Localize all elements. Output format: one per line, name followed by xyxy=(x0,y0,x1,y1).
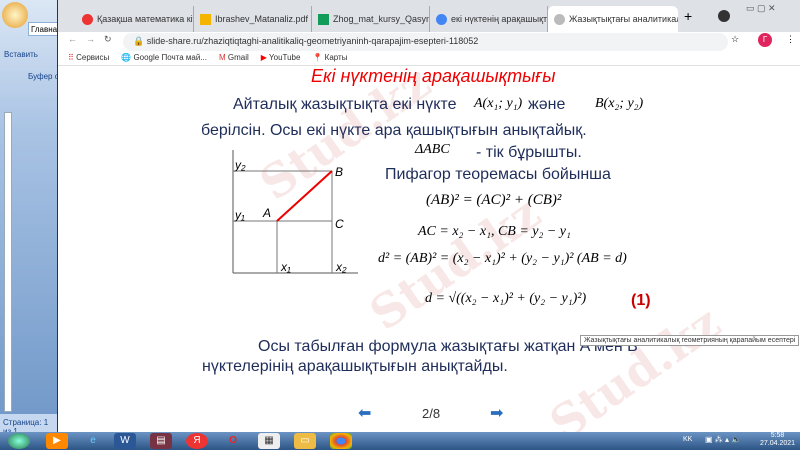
bookmark-label: YouTube xyxy=(269,53,301,62)
tab-4[interactable]: екі нүктенің арақашықты✕ xyxy=(430,6,548,32)
next-slide-button[interactable]: ➡ xyxy=(490,403,503,423)
language-indicator[interactable]: KK xyxy=(683,436,692,443)
window-controls[interactable]: ▭ ▢ ✕ xyxy=(746,3,776,14)
document-icon[interactable]: ▦ xyxy=(258,433,280,449)
office-button[interactable] xyxy=(2,2,28,28)
bookmark-label: Gmail xyxy=(227,53,249,62)
bookmark-apps[interactable]: ⠿ Сервисы xyxy=(68,53,109,62)
slide-content: Stud.kz Stud.kz Stud.kz Екі нүктенің ара… xyxy=(58,66,800,432)
tab-label: Қазақша математика кітап xyxy=(97,14,193,24)
triangle-formula: ΔABC xyxy=(415,142,450,157)
watermark: Stud.kz xyxy=(540,295,731,432)
google-icon xyxy=(436,13,447,25)
youtube-icon: ▶ xyxy=(260,53,267,62)
tab-2[interactable]: Ibrashev_Matanaliz.pdf - Go✕ xyxy=(194,6,312,32)
bookmark-label: Google Почта май... xyxy=(133,53,207,62)
page-indicator: 2/8 xyxy=(422,406,441,421)
menu-icon[interactable]: ⋮ xyxy=(786,34,795,45)
gmail-icon: M xyxy=(218,53,226,62)
label-x1: x₁ xyxy=(281,260,291,274)
site-icon xyxy=(82,13,93,25)
bookmark-label: Карты xyxy=(324,53,348,62)
chrome-icon[interactable] xyxy=(330,433,352,449)
bookmark-star-icon[interactable]: ☆ xyxy=(731,34,739,45)
tab-label: Жазықтықтағы аналитикал xyxy=(569,14,678,24)
apps-icon: ⠿ xyxy=(68,53,74,62)
back-icon[interactable]: ← xyxy=(68,34,77,44)
formula-3: d² = (AB)² = (x₂ − x₁)² + (y₂ − y₁)² (AB… xyxy=(378,251,627,266)
label-b: B xyxy=(335,165,344,179)
url-input[interactable]: 🔒 slide-share.ru/zhaziqtiqtaghi-analitik… xyxy=(123,33,728,51)
ribbon-tab-home[interactable]: Главна xyxy=(28,22,60,36)
tab-label: екі нүктенің арақашықты xyxy=(451,14,548,24)
profile-avatar[interactable]: Г xyxy=(758,33,772,47)
label-y2: y₂ xyxy=(235,158,246,172)
address-bar: ← → ↻ 🔒 slide-share.ru/zhaziqtiqtaghi-an… xyxy=(58,32,800,51)
internet-explorer-icon[interactable]: e xyxy=(82,433,104,449)
conclusion-line-2: нүктелерінің арақашықтығын анықтайды. xyxy=(202,358,508,375)
yandex-icon[interactable]: Я xyxy=(186,433,208,449)
prev-slide-button[interactable]: ⬅ xyxy=(358,403,371,423)
bookmark-gmail[interactable]: M Gmail xyxy=(219,53,249,62)
bookmark-gmail-inbox[interactable]: 🌐 Google Почта май... xyxy=(121,53,207,62)
explorer-icon[interactable]: ▭ xyxy=(294,433,316,449)
opera-icon[interactable]: O xyxy=(222,433,244,449)
word-window-background: Главна Вставить Буфер о Страница: 1 из 1 xyxy=(0,0,60,436)
bookmark-maps[interactable]: 📍 Карты xyxy=(312,53,347,62)
bookmark-label: Сервисы xyxy=(76,53,110,62)
right-angle-text: - тік бұрышты. xyxy=(476,144,582,161)
tab-3[interactable]: Zhog_mat_kursy_Qasymov✕ xyxy=(312,6,430,32)
formula-4: d = √((x₂ − x₁)² + (y₂ − y₁)²) xyxy=(425,291,587,306)
page-status: Страница: 1 из 1 xyxy=(0,414,60,436)
page-icon xyxy=(554,13,565,25)
drive-icon xyxy=(200,13,211,25)
tab-strip: Қазақша математика кітап✕ Ibrashev_Matan… xyxy=(58,0,800,32)
tray-icons[interactable]: ▣ ⁂ ▴ 🔈 xyxy=(705,435,741,444)
url-text: slide-share.ru/zhaziqtiqtaghi-analitikal… xyxy=(146,36,479,46)
clock-time: 5:58 xyxy=(770,432,785,439)
media-icon[interactable] xyxy=(718,10,730,22)
bookmarks-bar: ⠿ Сервисы 🌐 Google Почта май... M Gmail … xyxy=(58,50,800,66)
reload-icon[interactable]: ↻ xyxy=(104,34,112,45)
point-a-formula: A(x₁; y₁) xyxy=(474,96,523,111)
tab-label: Ibrashev_Matanaliz.pdf - Go xyxy=(215,14,311,24)
paste-button[interactable]: Вставить xyxy=(4,50,38,59)
drive-icon xyxy=(318,13,329,25)
browser-window: Қазақша математика кітап✕ Ibrashev_Matan… xyxy=(57,0,800,432)
label-y1: y₁ xyxy=(235,208,245,222)
label-c: C xyxy=(335,217,344,231)
clock[interactable]: 5:58 27.04.2021 xyxy=(760,432,795,448)
new-tab-button[interactable]: + xyxy=(684,8,692,24)
start-button[interactable] xyxy=(8,433,30,449)
taskbar: ▶ e W ▤ Я O ▦ ▭ KK ▣ ⁂ ▴ 🔈 5:58 27.04.202… xyxy=(0,432,800,450)
forward-icon[interactable]: → xyxy=(86,34,95,44)
formula-1: (AB)² = (AC)² + (CB)² xyxy=(426,192,562,208)
and-text: және xyxy=(528,96,566,113)
media-player-icon[interactable]: ▶ xyxy=(46,433,68,449)
text-line-2: берілсін. Осы екі нүкте ара қашықтығын а… xyxy=(201,122,587,139)
vertical-ruler xyxy=(4,112,12,412)
maps-icon: 📍 xyxy=(312,53,323,62)
segment-ab xyxy=(276,170,333,222)
text-line-1: Айталық жазықтықта екі нүкте xyxy=(233,96,457,113)
equation-number: (1) xyxy=(631,292,651,309)
slide-title: Екі нүктенің арақашықтығы xyxy=(311,66,556,86)
clock-date: 27.04.2021 xyxy=(760,440,796,447)
label-a: A xyxy=(263,206,272,220)
formula-2: AC = x₂ − x₁, CB = y₂ − y₁ xyxy=(418,224,571,239)
word-icon[interactable]: W xyxy=(114,433,136,449)
pythagoras-text: Пифагор теоремасы бойынша xyxy=(385,166,611,183)
tab-5-active[interactable]: Жазықтықтағы аналитикал✕ xyxy=(548,6,678,32)
winrar-icon[interactable]: ▤ xyxy=(150,433,172,449)
tooltip: Жазықтықтағы аналитикалық геометрияның қ… xyxy=(580,335,800,346)
tab-1[interactable]: Қазақша математика кітап✕ xyxy=(76,6,194,32)
clipboard-group-label: Буфер о xyxy=(28,72,60,81)
bookmark-youtube[interactable]: ▶ YouTube xyxy=(261,53,301,62)
tab-label: Zhog_mat_kursy_Qasymov xyxy=(333,14,429,24)
point-b-formula: B(x₂; y₂) xyxy=(595,96,644,111)
label-x2: x₂ xyxy=(336,260,347,274)
